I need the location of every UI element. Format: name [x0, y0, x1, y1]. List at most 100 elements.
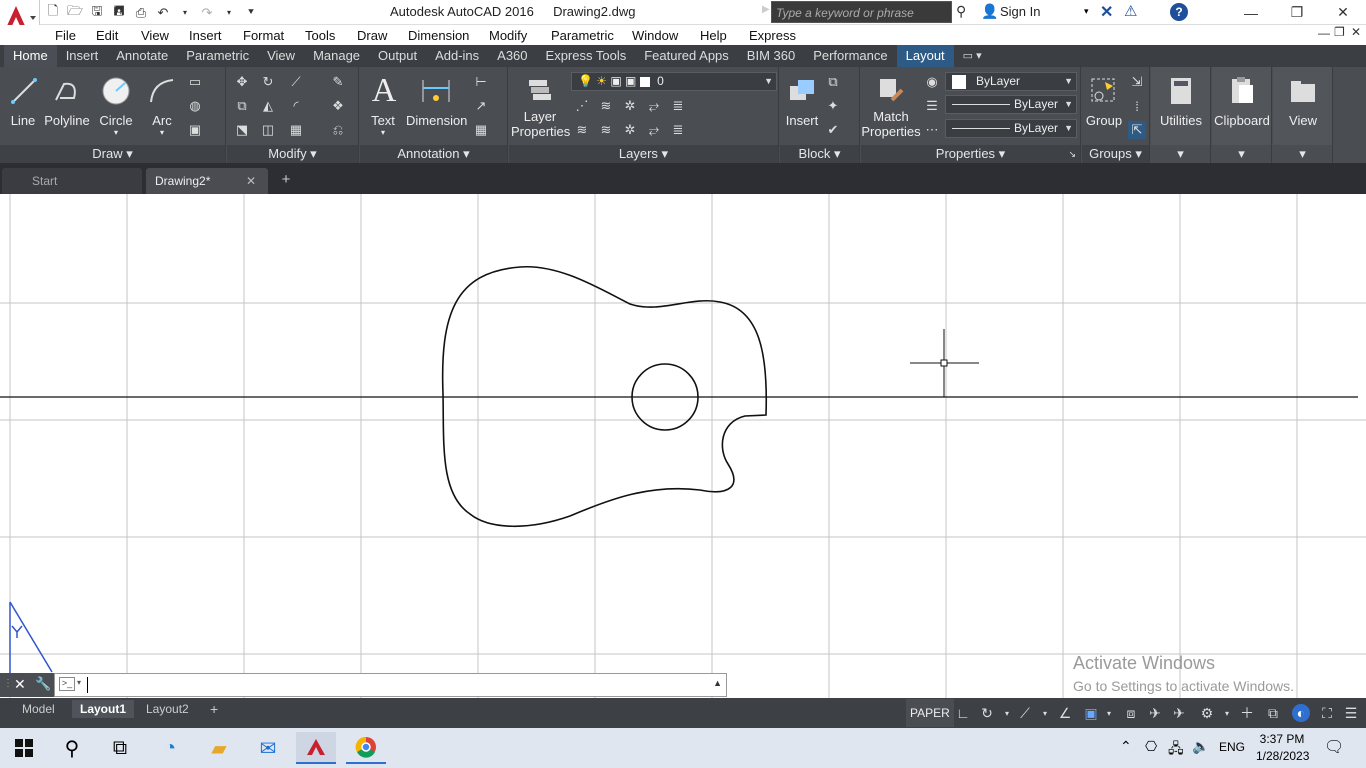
open-icon[interactable]: 🗁 — [66, 3, 84, 22]
properties-panel-title[interactable]: Properties ▾ ↘ — [861, 145, 1080, 163]
drawing-tab-close-icon[interactable]: ✕ — [246, 168, 256, 194]
modify-panel-title[interactable]: Modify ▾ — [227, 145, 358, 163]
workspace-gear-icon[interactable]: ⚙ — [1198, 704, 1216, 722]
polyline-button[interactable]: Polyline — [42, 73, 92, 128]
block-panel-title[interactable]: Block ▾ — [780, 145, 859, 163]
chrome-icon[interactable] — [346, 732, 386, 764]
command-prompt-icon[interactable]: >_ — [59, 677, 75, 691]
block-attribute-icon[interactable]: ✔ — [824, 121, 842, 139]
redo-dropdown-icon[interactable]: ▾ — [220, 4, 238, 22]
clean-screen-icon[interactable]: ⛶ — [1318, 704, 1336, 722]
search-box[interactable]: Type a keyword or phrase — [771, 1, 952, 23]
polar-dropdown-icon[interactable]: ▾ — [998, 704, 1016, 722]
utilities-dropdown-icon[interactable]: ▾ — [1151, 145, 1210, 163]
tab-featured-apps[interactable]: Featured Apps — [635, 45, 738, 67]
drawing-tab[interactable]: Drawing2* ✕ — [146, 168, 268, 194]
rectangle-icon[interactable]: ▭ — [186, 73, 204, 91]
group-select-icon[interactable]: ⇱ — [1128, 121, 1146, 139]
selection-dropdown-icon[interactable]: ▾ — [1100, 704, 1118, 722]
offset-icon[interactable]: ⎌ — [329, 121, 347, 139]
dimension-button[interactable]: Dimension — [406, 73, 467, 128]
layout1-tab[interactable]: Layout1 — [72, 700, 135, 718]
linetype-dropdown-arrow-icon[interactable]: ▼ — [1064, 120, 1073, 137]
binoculars-icon[interactable]: ⚲ — [956, 3, 966, 20]
layers-panel-title[interactable]: Layers ▾ — [509, 145, 778, 163]
move-icon[interactable]: ✥ — [233, 73, 251, 91]
scale-icon[interactable]: ◫ — [259, 121, 277, 139]
mail-icon[interactable]: ✉ — [248, 732, 288, 764]
edge-icon[interactable]: ◔ — [150, 732, 190, 764]
match-properties-button[interactable]: Match Properties — [861, 73, 921, 139]
tab-bim360[interactable]: BIM 360 — [738, 45, 804, 67]
layer-tool-9-icon[interactable]: ⥂ — [645, 121, 663, 139]
color-dropdown[interactable]: ByLayer ▼ — [945, 72, 1077, 91]
minimize-icon[interactable]: — — [1228, 0, 1274, 25]
command-input[interactable] — [87, 677, 88, 693]
layer-tool-2-icon[interactable]: ≋ — [597, 97, 615, 115]
tab-a360[interactable]: A360 — [488, 45, 536, 67]
clock[interactable]: 3:37 PM 1/28/2023 — [1256, 732, 1309, 763]
hardware-acceleration-icon[interactable]: ◐ — [1292, 704, 1310, 722]
grip-icon[interactable]: ⋮ — [3, 678, 13, 689]
osnap-icon[interactable]: ⟋ — [1016, 704, 1034, 722]
paper-space-button[interactable]: PAPER — [906, 699, 954, 727]
annotation-panel-title[interactable]: Annotation ▾ — [360, 145, 507, 163]
new-icon[interactable]: 🗋 — [44, 3, 62, 22]
doc-close-icon[interactable]: ✕ — [1351, 25, 1361, 39]
text-button[interactable]: A Text ▾ — [366, 72, 400, 137]
arc-button[interactable]: Arc ▾ — [144, 73, 180, 137]
erase-icon[interactable]: ✎ — [329, 73, 347, 91]
tab-performance[interactable]: Performance — [804, 45, 896, 67]
layer-tool-5-icon[interactable]: ≣ — [669, 97, 687, 115]
create-block-icon[interactable]: ⧉ — [824, 73, 842, 91]
tab-insert[interactable]: Insert — [57, 45, 108, 67]
isolate-objects-icon[interactable]: ⧉ — [1264, 704, 1282, 722]
new-tab-icon[interactable]: + — [276, 171, 296, 191]
layer-dropdown-arrow-icon[interactable]: ▼ — [764, 73, 773, 90]
view-dropdown-icon[interactable]: ▾ — [1273, 145, 1332, 163]
ribbon-minimize-icon[interactable]: ▭ ▾ — [954, 45, 991, 67]
volume-muted-icon[interactable]: 🔈 — [1192, 738, 1209, 755]
view-panel[interactable]: View ▾ — [1273, 67, 1333, 163]
doc-restore-icon[interactable]: ❐ — [1334, 25, 1345, 39]
command-customize-icon[interactable]: 🔧 — [35, 676, 51, 692]
rotate-icon[interactable]: ↻ — [259, 73, 277, 91]
layer-tool-8-icon[interactable]: ✲ — [621, 121, 639, 139]
layer-properties-button[interactable]: Layer Properties — [511, 73, 570, 139]
groups-panel-title[interactable]: Groups ▾ — [1082, 145, 1149, 163]
layer-tool-1-icon[interactable]: ⋰ — [573, 97, 591, 115]
restore-icon[interactable]: ❐ — [1274, 0, 1320, 25]
lineweight-toggle-icon[interactable]: ∠ — [1056, 704, 1074, 722]
osnap-dropdown-icon[interactable]: ▾ — [1036, 704, 1054, 722]
array-icon[interactable]: ▦ — [287, 121, 305, 139]
trim-icon[interactable]: ⟋ — [287, 73, 305, 91]
copy-icon[interactable]: ⧉ — [233, 97, 251, 115]
circle-button[interactable]: Circle ▾ — [96, 73, 136, 137]
command-close-icon[interactable]: ✕ — [14, 676, 26, 693]
group-button[interactable]: Group — [1084, 73, 1124, 128]
color-wheel-icon[interactable]: ◉ — [923, 73, 941, 91]
insert-block-button[interactable]: Insert — [784, 73, 820, 128]
language-indicator[interactable]: ENG — [1219, 740, 1245, 754]
table-icon[interactable]: ▦ — [472, 121, 490, 139]
leader-icon[interactable]: ↗ — [472, 97, 490, 115]
draw-panel-title[interactable]: Draw ▾ — [0, 145, 225, 163]
tab-output[interactable]: Output — [369, 45, 426, 67]
sign-in-button[interactable]: Sign In — [1000, 4, 1040, 19]
workspace-dropdown-icon[interactable]: ▾ — [1218, 704, 1236, 722]
tab-home[interactable]: Home — [4, 45, 57, 67]
annotation-scale-icon[interactable]: ✈ — [1146, 704, 1164, 722]
menu-dimension[interactable]: Dimension — [408, 28, 469, 43]
menu-edit[interactable]: Edit — [96, 28, 118, 43]
notifications-icon[interactable]: 🗨 — [1324, 737, 1344, 757]
fillet-icon[interactable]: ◜ — [287, 97, 305, 115]
layer-tool-10-icon[interactable]: ≣ — [669, 121, 687, 139]
lineweight-icon[interactable]: ☰ — [923, 97, 941, 115]
text-dropdown-icon[interactable]: ▾ — [366, 128, 400, 137]
save-icon[interactable]: 🖫 — [88, 3, 106, 22]
tab-view[interactable]: View — [258, 45, 304, 67]
tab-layout[interactable]: Layout — [896, 45, 954, 67]
undo-dropdown-icon[interactable]: ▾ — [176, 4, 194, 22]
model-tab[interactable]: Model — [14, 700, 63, 718]
save-as-icon[interactable]: 🖪 — [110, 3, 128, 22]
